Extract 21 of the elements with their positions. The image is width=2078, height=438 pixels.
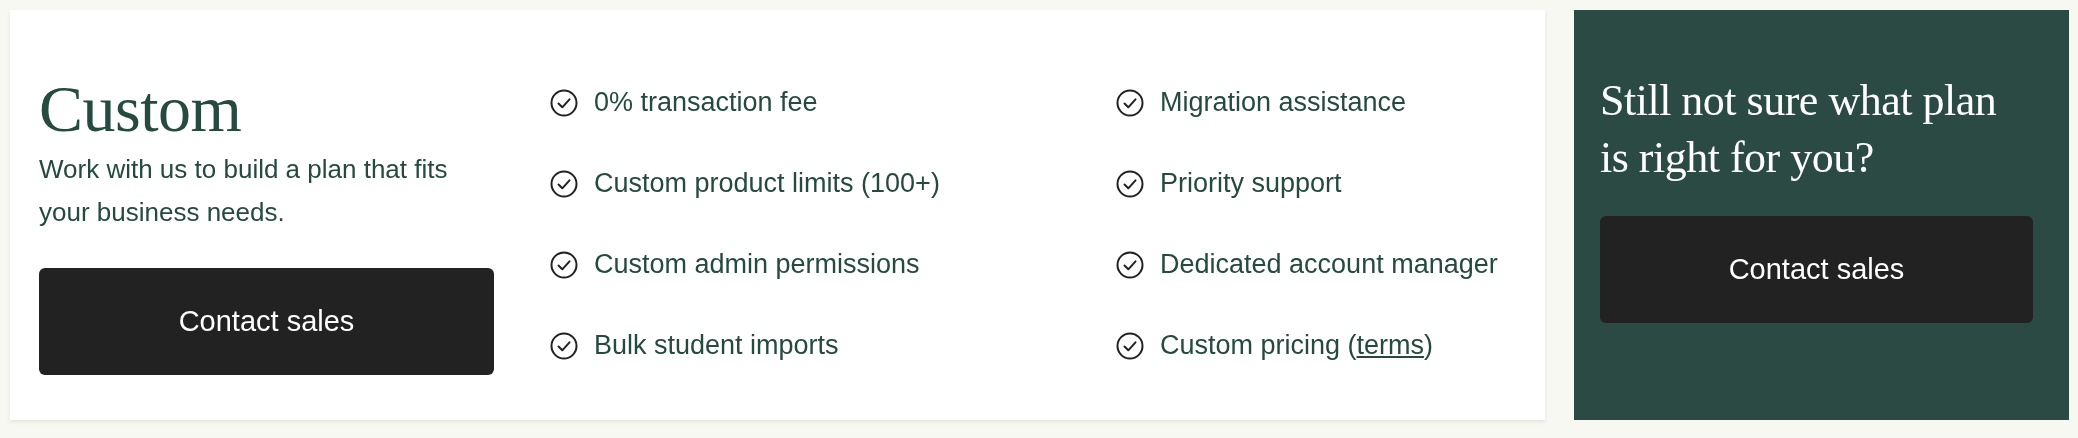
feature-text: Custom pricing (terms) xyxy=(1160,330,1434,361)
check-circle-icon xyxy=(1116,88,1144,117)
feature-text: 0% transaction fee xyxy=(594,87,818,118)
plan-title: Custom xyxy=(39,76,243,142)
check-circle-icon xyxy=(550,331,578,360)
feature-text: Custom product limits (100+) xyxy=(594,168,940,199)
feature-text: Migration assistance xyxy=(1160,87,1407,118)
contact-sales-button[interactable]: Contact sales xyxy=(1600,216,2033,323)
feature-text: Dedicated account manager xyxy=(1160,249,1498,280)
feature-text: Priority support xyxy=(1160,168,1342,199)
check-circle-icon xyxy=(1116,250,1144,279)
check-circle-icon xyxy=(550,250,578,279)
contact-sales-button[interactable]: Contact sales xyxy=(39,268,494,375)
feature-text: Custom admin permissions xyxy=(594,249,920,280)
check-circle-icon xyxy=(1116,331,1144,360)
plan-description: Work with us to build a plan that fits your business needs. xyxy=(39,153,449,229)
check-circle-icon xyxy=(550,88,578,117)
check-circle-icon xyxy=(550,169,578,198)
feature-text: Bulk student imports xyxy=(594,330,839,361)
help-title: Still not sure what plan is right for you? xyxy=(1600,75,1998,184)
check-circle-icon xyxy=(1116,169,1144,198)
